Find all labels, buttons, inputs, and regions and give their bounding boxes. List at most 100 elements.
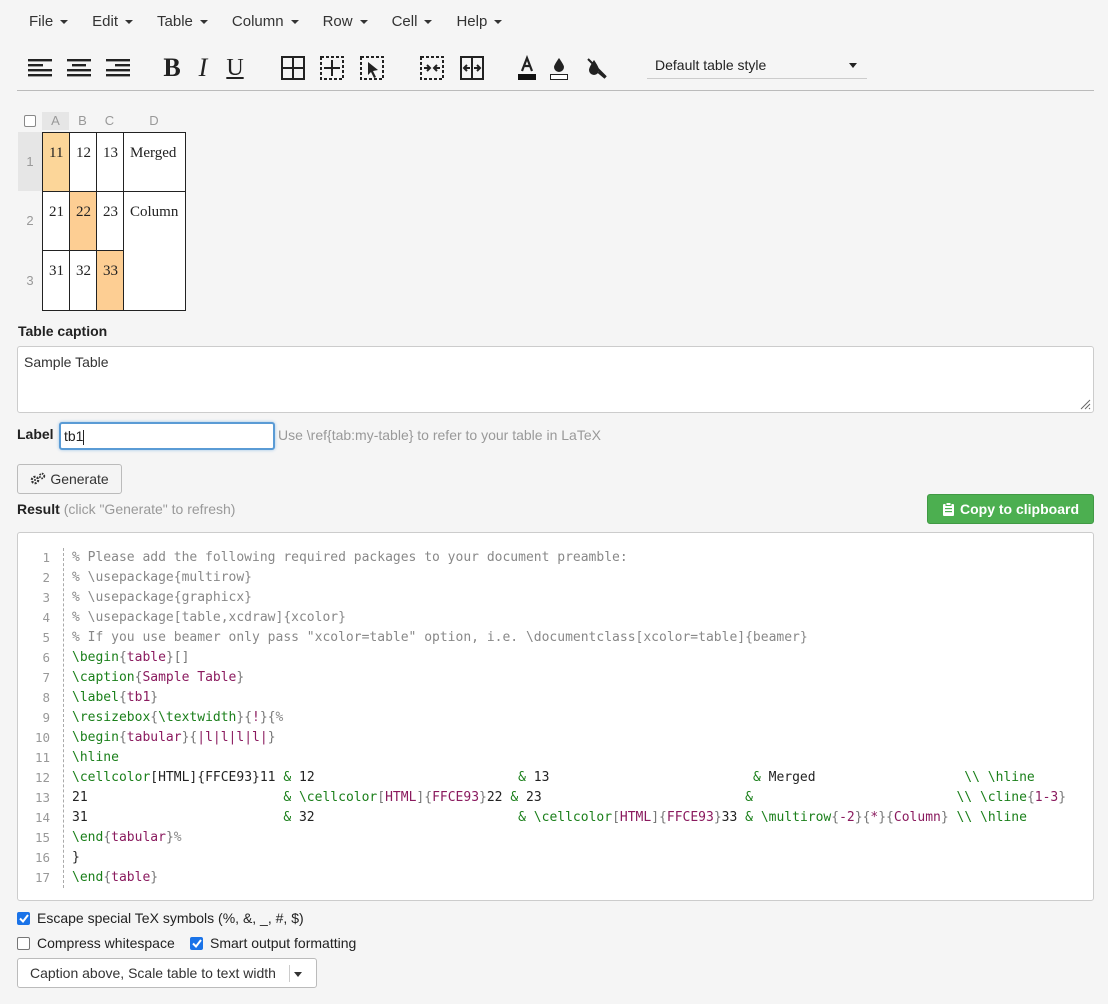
- bold-label: B: [163, 53, 181, 82]
- select-all-checkbox[interactable]: [24, 115, 36, 127]
- table-cell-c3[interactable]: 33: [96, 250, 124, 311]
- line-number: 16: [34, 850, 50, 865]
- bold-icon[interactable]: B: [157, 54, 187, 82]
- code-line: \resizebox{\textwidth}{!}{%: [72, 710, 284, 725]
- italic-icon[interactable]: I: [188, 54, 218, 82]
- caption-label: Table caption: [18, 323, 108, 339]
- all-borders-icon[interactable]: [278, 54, 308, 82]
- merge-cells-icon[interactable]: [417, 54, 447, 82]
- code-line: % \usepackage{multirow}: [72, 570, 253, 585]
- row-header-2[interactable]: 2: [18, 191, 42, 250]
- code-line: % If you use beamer only pass "xcolor=ta…: [72, 630, 808, 645]
- table-cell-a1[interactable]: 11: [42, 132, 70, 192]
- copy-to-clipboard-button[interactable]: Copy to clipboard: [927, 494, 1094, 524]
- line-number: 14: [34, 810, 50, 825]
- code-line: % \usepackage{graphicx}: [72, 590, 253, 605]
- line-number: 10: [34, 730, 50, 745]
- align-right-icon[interactable]: [103, 54, 133, 82]
- menu-column-label: Column: [231, 12, 284, 30]
- column-header-b[interactable]: B: [69, 112, 96, 130]
- column-header-a[interactable]: A: [42, 112, 69, 130]
- latex-code-output[interactable]: 1 % Please add the following required pac…: [17, 532, 1094, 901]
- caption-mode-value: Caption above, Scale table to text width: [30, 965, 276, 981]
- table-style-value: Default table style: [655, 57, 767, 73]
- column-header-c[interactable]: C: [96, 112, 123, 130]
- code-line: \cellcolor[HTML]{FFCE93}11 & 12 & 13 & M…: [72, 770, 1035, 785]
- table-cell-b2[interactable]: 22: [69, 191, 97, 251]
- escape-checkbox[interactable]: [17, 911, 30, 925]
- code-line: \label{tb1}: [72, 690, 159, 705]
- text-color-icon[interactable]: [512, 54, 542, 82]
- code-line: \end{table}: [72, 870, 159, 885]
- toolbar: B I U Default table style: [17, 46, 1094, 91]
- line-number: 17: [34, 870, 50, 885]
- chevron-down-icon: [359, 20, 368, 24]
- check-icon: [18, 913, 29, 923]
- align-center-icon[interactable]: [64, 54, 94, 82]
- menu-cell[interactable]: Cell: [380, 6, 445, 36]
- label-input[interactable]: tb1: [59, 422, 275, 450]
- code-line: % Please add the following required pack…: [72, 550, 628, 565]
- line-number: 3: [42, 590, 50, 605]
- line-number: 7: [42, 670, 50, 685]
- result-note: (click "Generate" to refresh): [63, 501, 236, 517]
- chevron-down-icon: [849, 63, 857, 68]
- escape-option[interactable]: Escape special TeX symbols (%, &, _, #, …: [17, 910, 304, 926]
- table-cell-d2-merged[interactable]: Column: [123, 191, 186, 311]
- chevron-down-icon: [294, 972, 302, 977]
- row-header-3[interactable]: 3: [18, 250, 42, 310]
- menu-row[interactable]: Row: [311, 6, 380, 36]
- chevron-down-icon: [125, 20, 134, 24]
- table-cell-b1[interactable]: 12: [69, 132, 97, 192]
- text-cursor: [83, 429, 85, 445]
- code-line: 31 & 32 & \cellcolor[HTML]{FFCE93}33 & \…: [72, 810, 1027, 825]
- table-style-select[interactable]: Default table style: [647, 53, 867, 79]
- smart-option[interactable]: Smart output formatting: [190, 935, 356, 951]
- generate-button-label: Generate: [50, 471, 109, 487]
- menu-table[interactable]: Table: [145, 6, 220, 36]
- code-line: \hline: [72, 750, 119, 765]
- label-field-label: Label: [17, 426, 54, 442]
- table-cell-d1[interactable]: Merged: [123, 132, 186, 192]
- compress-checkbox[interactable]: [17, 936, 30, 950]
- table-cell-a2[interactable]: 21: [42, 191, 70, 251]
- inner-borders-icon[interactable]: [317, 54, 347, 82]
- menu-column[interactable]: Column: [220, 6, 311, 36]
- menu-help[interactable]: Help: [444, 6, 514, 36]
- menu-help-label: Help: [456, 12, 488, 30]
- code-line: % \usepackage[table,xcdraw]{xcolor}: [72, 610, 346, 625]
- smart-checkbox[interactable]: [190, 936, 203, 950]
- line-number: 5: [42, 630, 50, 645]
- align-left-icon[interactable]: [25, 54, 55, 82]
- line-number: 11: [34, 750, 50, 765]
- menu-edit-label: Edit: [92, 12, 119, 30]
- code-line: \begin{tabular}{|l|l|l|l|}: [72, 730, 276, 745]
- table-cell-c1[interactable]: 13: [96, 132, 124, 192]
- label-input-value: tb1: [64, 428, 84, 444]
- row-header-1[interactable]: 1: [18, 132, 42, 191]
- caption-textarea[interactable]: Sample Table: [17, 346, 1094, 413]
- smart-option-label: Smart output formatting: [210, 935, 357, 951]
- clear-format-icon[interactable]: [582, 54, 612, 82]
- line-number: 13: [34, 790, 50, 805]
- column-header-d[interactable]: D: [123, 112, 185, 130]
- table-cell-a3[interactable]: 31: [42, 250, 70, 311]
- underline-icon[interactable]: U: [220, 54, 250, 82]
- chevron-down-icon: [290, 20, 299, 24]
- underline-label: U: [226, 55, 244, 81]
- compress-option[interactable]: Compress whitespace: [17, 935, 175, 951]
- gears-icon: [31, 472, 46, 485]
- generate-button[interactable]: Generate: [17, 464, 122, 494]
- line-number: 9: [42, 710, 50, 725]
- split-cells-icon[interactable]: [457, 54, 487, 82]
- result-label: Result: [17, 501, 60, 517]
- menu-edit[interactable]: Edit: [80, 6, 145, 36]
- menu-file[interactable]: File: [17, 6, 80, 36]
- table-cell-b3[interactable]: 32: [69, 250, 97, 311]
- caption-mode-dropdown[interactable]: Caption above, Scale table to text width: [17, 958, 317, 988]
- resize-grip-icon[interactable]: [1079, 398, 1091, 410]
- remove-borders-icon[interactable]: [357, 54, 387, 82]
- line-number: 8: [42, 690, 50, 705]
- table-cell-c2[interactable]: 23: [96, 191, 124, 251]
- fill-color-icon[interactable]: [544, 54, 574, 82]
